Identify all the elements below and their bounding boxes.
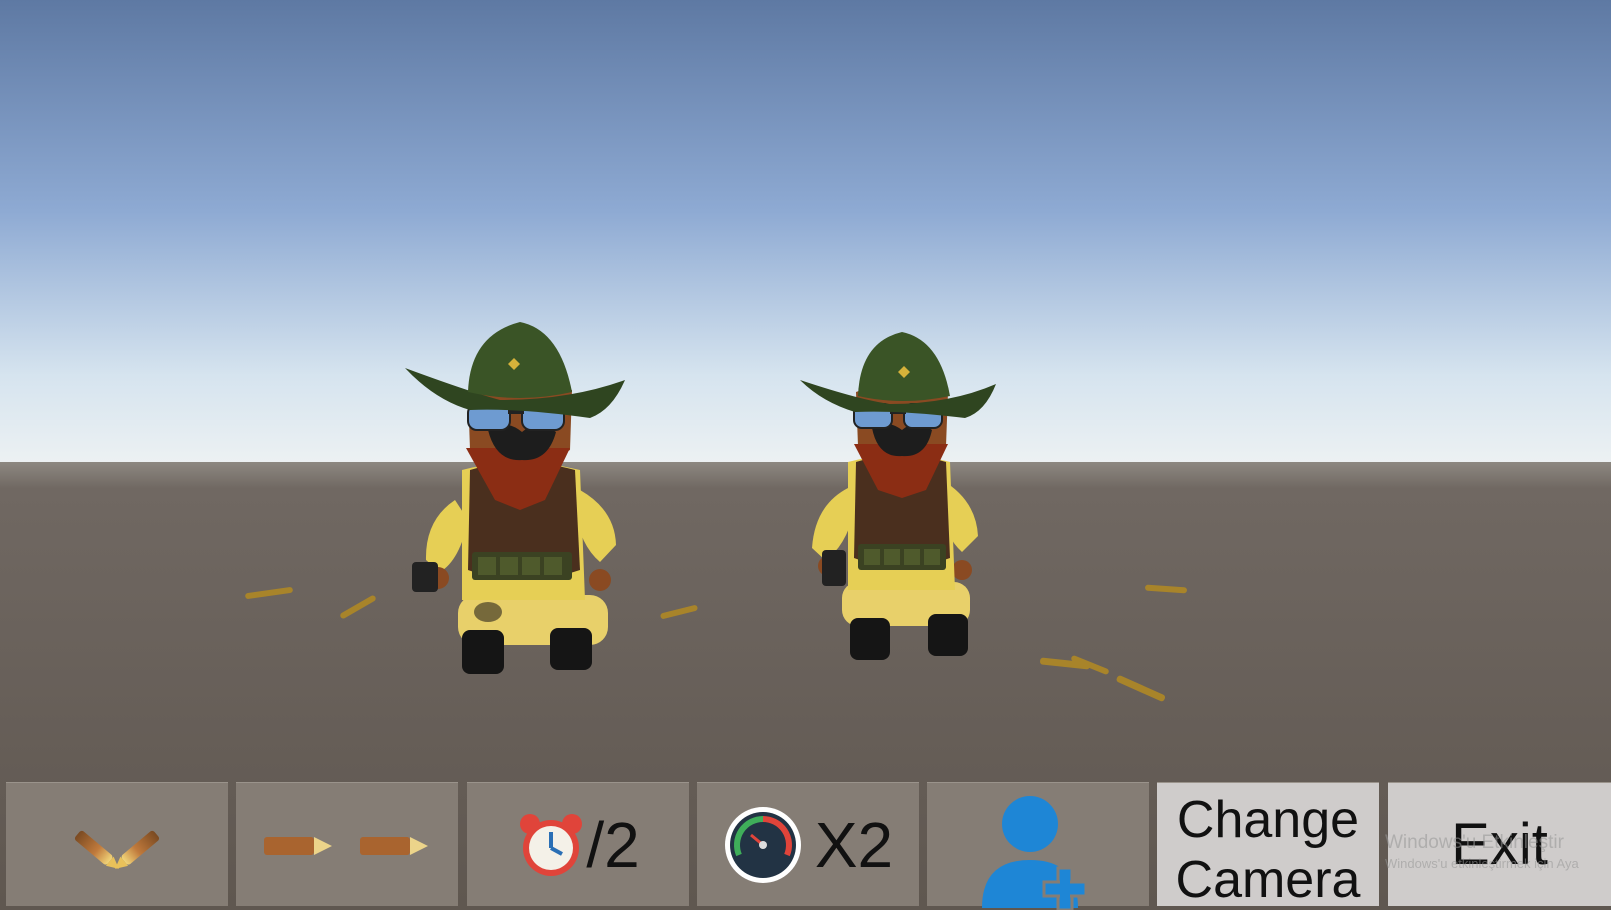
change-camera-label-line2: Camera: [1175, 850, 1361, 909]
game-viewport: [0, 0, 1611, 904]
exit-label: Exit: [1451, 811, 1548, 877]
add-user-icon: [982, 795, 1088, 910]
slow-time-label: /2: [586, 808, 640, 881]
change-camera-label-line1: Change: [1176, 790, 1360, 849]
speed-label: X2: [814, 808, 894, 881]
speedometer-icon: [724, 806, 801, 883]
bullets-icon: [264, 836, 428, 855]
slow-time-button[interactable]: /2: [467, 782, 689, 906]
add-player-button[interactable]: [927, 782, 1149, 910]
change-camera-button[interactable]: Change Camera: [1157, 782, 1379, 909]
rapid-fire-button[interactable]: [236, 782, 458, 906]
double-shot-button[interactable]: [6, 782, 228, 906]
powerup-toolbar: /2 X2 Change Camera Exit: [0, 780, 1611, 910]
sky: [0, 0, 1611, 470]
speed-button[interactable]: X2: [697, 782, 919, 906]
crossed-bullets-icon: [74, 830, 160, 869]
alarm-clock-icon: [520, 813, 583, 876]
exit-button[interactable]: Exit: [1388, 782, 1611, 906]
